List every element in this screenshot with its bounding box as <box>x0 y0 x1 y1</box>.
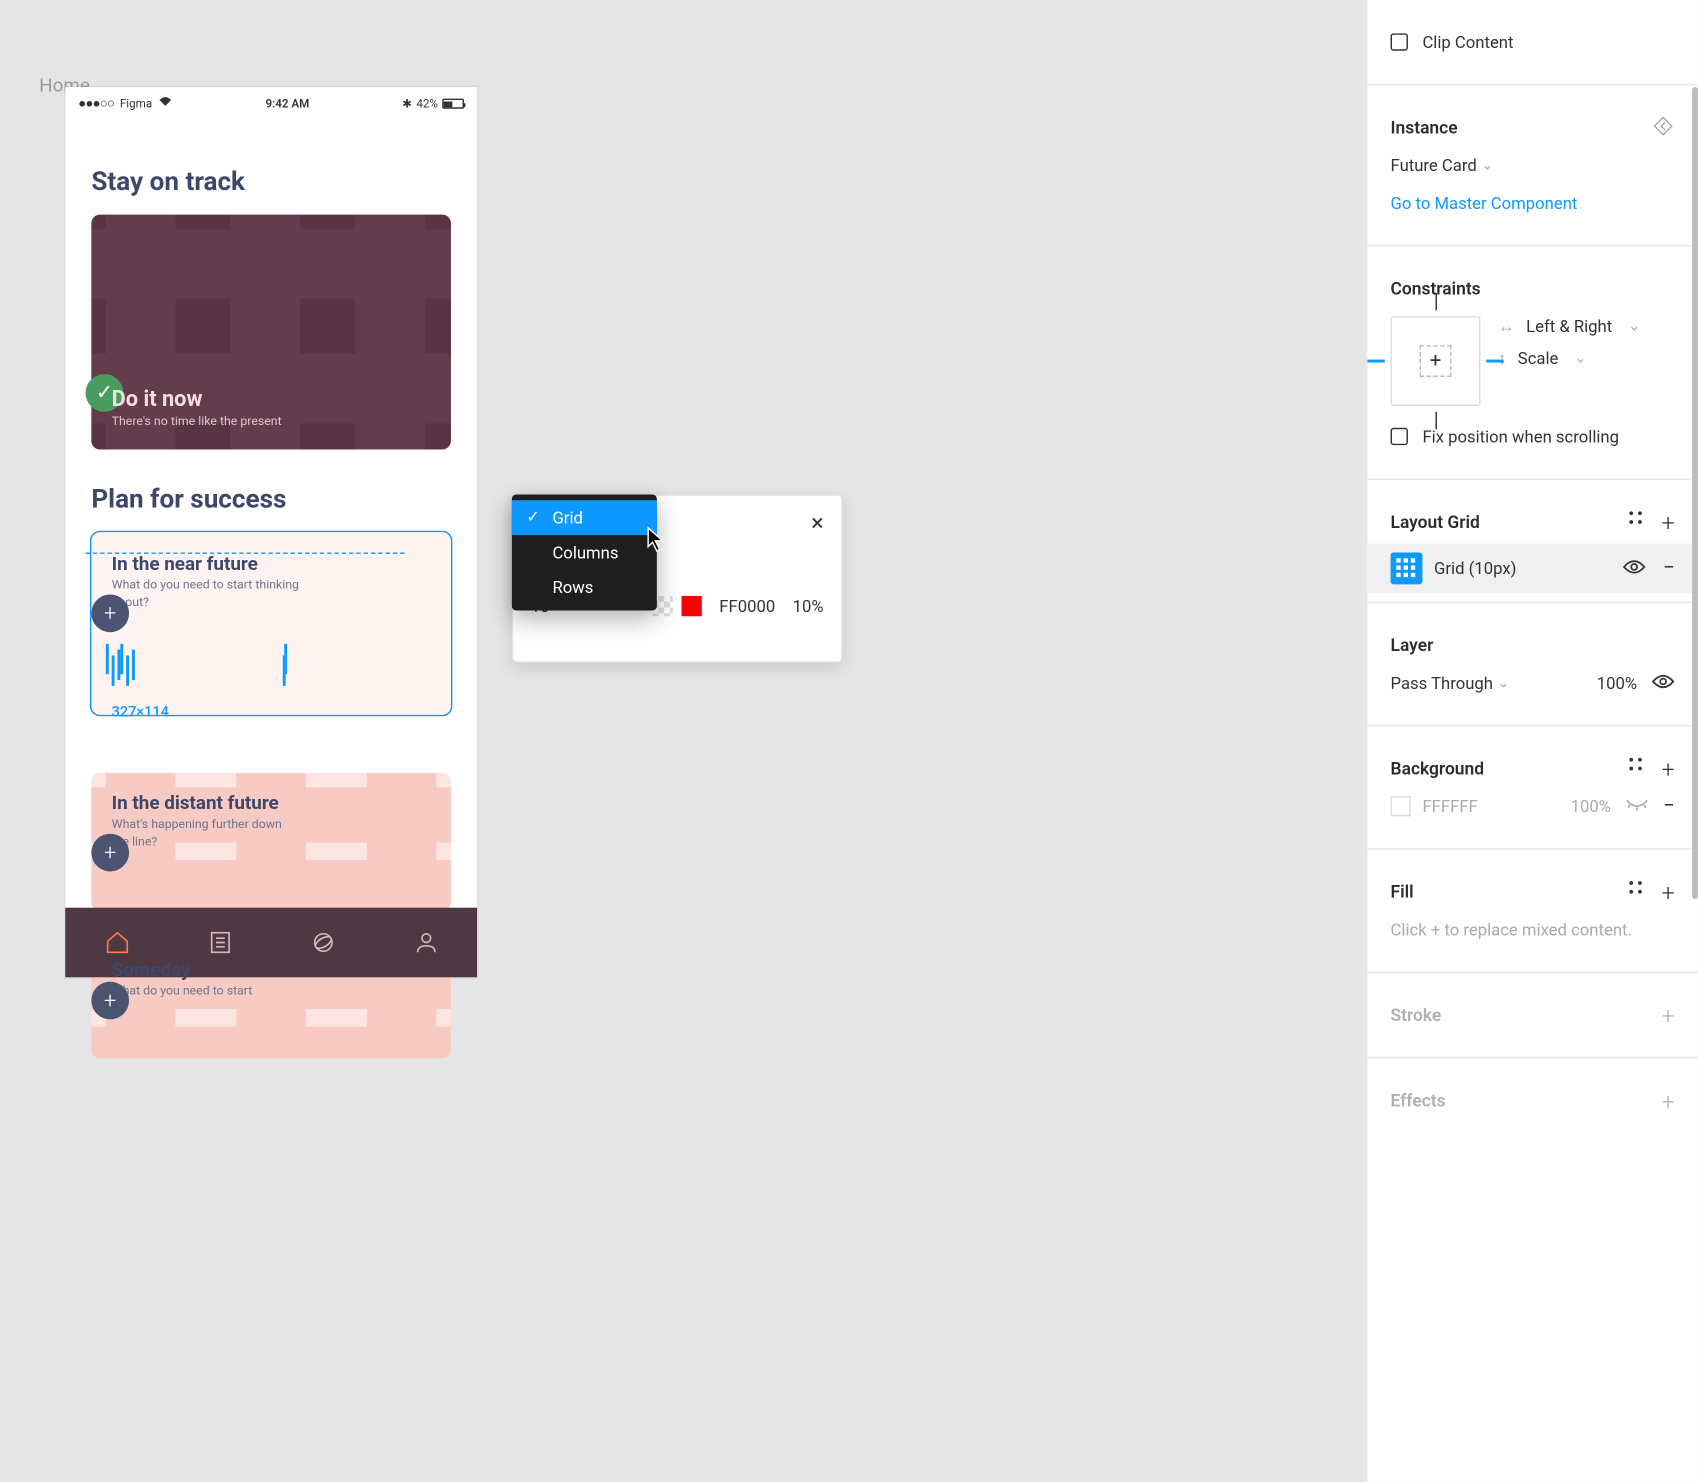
arrow-horizontal-icon: ↔ <box>1498 316 1515 336</box>
card-distant-future[interactable]: In the distant future What's happening f… <box>91 773 451 910</box>
selection-handle[interactable] <box>112 655 115 685</box>
selection-handle[interactable] <box>120 643 123 673</box>
grid-type-dropdown[interactable]: Grid Columns Rows <box>512 494 657 610</box>
color-swatch[interactable] <box>682 596 702 616</box>
properties-panel: Clip Content Instance Future Card ⌄ Go t… <box>1366 0 1698 1482</box>
selection-handle[interactable] <box>283 655 286 685</box>
color-opacity-value[interactable]: 10% <box>793 596 824 616</box>
section-plan-title: Plan for success <box>91 484 451 514</box>
visibility-icon[interactable] <box>1652 672 1675 694</box>
signal-icon: ●●●○○ <box>78 96 114 112</box>
reset-instance-icon[interactable] <box>1652 114 1675 142</box>
close-icon[interactable]: × <box>811 508 823 536</box>
hidden-icon[interactable] <box>1625 796 1648 816</box>
card-near-future[interactable]: In the near future What do you need to s… <box>91 532 451 714</box>
fill-title: Fill <box>1391 882 1414 902</box>
tab-list-icon[interactable] <box>207 929 233 955</box>
selection-handle[interactable] <box>126 655 129 685</box>
clip-content-label: Clip Content <box>1422 32 1513 52</box>
fix-position-label: Fix position when scrolling <box>1422 426 1619 446</box>
color-swatch[interactable] <box>1391 796 1411 816</box>
visibility-icon[interactable] <box>1623 558 1646 580</box>
bluetooth-icon: ✱ <box>402 97 412 110</box>
plus-icon[interactable]: + <box>91 982 129 1020</box>
remove-background-icon[interactable]: − <box>1663 795 1675 818</box>
card-subtitle: There's no time like the present <box>112 415 431 430</box>
background-hex[interactable]: FFFFFF <box>1422 796 1477 816</box>
status-bar: ●●●○○ Figma 9:42 AM ✱ 42% <box>65 87 477 115</box>
stroke-title: Stroke <box>1391 1005 1442 1025</box>
wifi-icon <box>158 96 173 112</box>
remove-grid-icon[interactable]: − <box>1663 557 1675 580</box>
card-title: Someday <box>112 959 431 981</box>
carrier-label: Figma <box>120 97 152 110</box>
card-title: Do it now <box>112 386 431 412</box>
plus-icon[interactable]: + <box>91 833 129 871</box>
cursor-icon <box>647 526 667 558</box>
clip-content-checkbox[interactable] <box>1391 33 1408 50</box>
artboard-home[interactable]: ●●●○○ Figma 9:42 AM ✱ 42% Stay on track … <box>65 87 477 977</box>
tab-explore-icon[interactable] <box>310 929 336 955</box>
background-title: Background <box>1391 758 1484 778</box>
section-stay-title: Stay on track <box>91 167 451 197</box>
clock-label: 9:42 AM <box>265 97 309 110</box>
card-title: In the near future <box>112 554 431 576</box>
dropdown-item-rows[interactable]: Rows <box>512 570 657 605</box>
dropdown-item-columns[interactable]: Columns <box>512 535 657 570</box>
grid-swatch-icon[interactable] <box>1391 552 1423 584</box>
go-to-master-link[interactable]: Go to Master Component <box>1391 193 1578 213</box>
add-effect-icon[interactable]: + <box>1662 1087 1675 1115</box>
card-do-it-now[interactable]: ✓ Do it now There's no time like the pre… <box>91 215 451 450</box>
selection-handle[interactable] <box>117 649 120 679</box>
add-grid-icon[interactable]: + <box>1662 508 1675 536</box>
fix-position-checkbox[interactable] <box>1391 428 1408 445</box>
selection-handle[interactable] <box>106 643 109 673</box>
background-opacity[interactable]: 100% <box>1571 796 1611 816</box>
grid-item-label[interactable]: Grid (10px) <box>1434 558 1516 578</box>
constraints-widget[interactable]: + <box>1391 316 1481 406</box>
styles-icon[interactable] <box>1627 508 1644 536</box>
dropdown-item-grid[interactable]: Grid <box>512 500 657 535</box>
instance-name[interactable]: Future Card <box>1391 155 1477 175</box>
tab-home-icon[interactable] <box>104 929 130 955</box>
selection-handle[interactable] <box>132 649 135 679</box>
arrow-vertical-icon: ↕ <box>1498 348 1506 368</box>
battery-icon <box>442 99 464 109</box>
styles-icon[interactable] <box>1627 878 1644 906</box>
color-hex-value[interactable]: FF0000 <box>719 596 775 616</box>
constraint-v-dropdown[interactable]: ↕ Scale⌄ <box>1498 348 1640 368</box>
layer-opacity-value[interactable]: 100% <box>1597 673 1637 693</box>
layer-title: Layer <box>1391 635 1434 655</box>
fill-message: Click + to replace mixed content. <box>1391 919 1632 939</box>
scrollbar[interactable] <box>1692 87 1698 899</box>
constraint-h-dropdown[interactable]: ↔ Left & Right⌄ <box>1498 316 1640 336</box>
chevron-down-icon[interactable]: ⌄ <box>1481 157 1493 173</box>
selection-dimensions: 327×114 <box>112 704 431 720</box>
layout-grid-title: Layout Grid <box>1391 512 1480 532</box>
card-subtitle: What do you need to start thinking about… <box>112 579 301 613</box>
add-background-icon[interactable]: + <box>1662 755 1675 783</box>
add-stroke-icon[interactable]: + <box>1662 1001 1675 1029</box>
plus-icon[interactable]: + <box>91 594 129 632</box>
tab-profile-icon[interactable] <box>413 929 439 955</box>
card-title: In the distant future <box>112 793 431 815</box>
card-subtitle: What's happening further down the line? <box>112 817 301 851</box>
card-subtitle: What do you need to start <box>112 984 301 1001</box>
instance-title: Instance <box>1391 117 1458 137</box>
effects-title: Effects <box>1391 1090 1446 1110</box>
blend-mode-dropdown[interactable]: Pass Through⌄ <box>1391 673 1510 693</box>
styles-icon[interactable] <box>1627 755 1644 783</box>
add-fill-icon[interactable]: + <box>1662 878 1675 906</box>
battery-label: 42% <box>416 97 438 110</box>
